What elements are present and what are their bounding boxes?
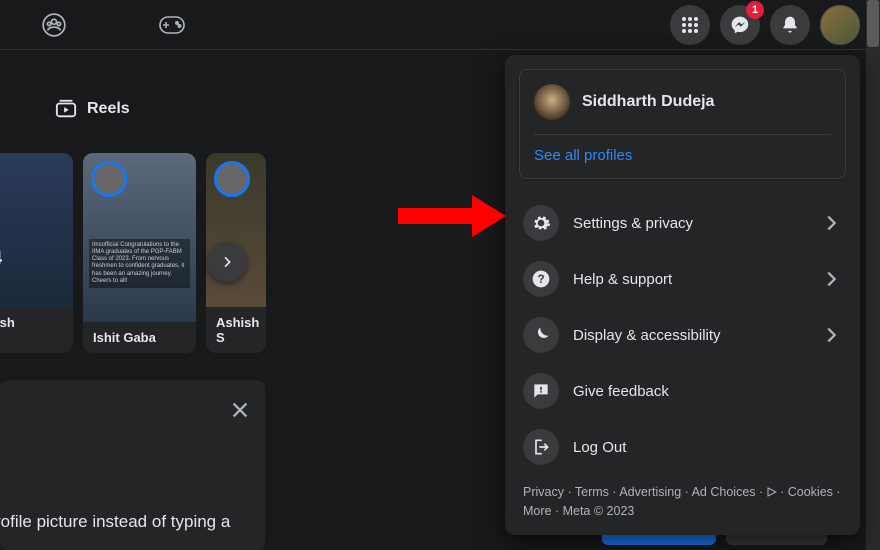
- footer-link[interactable]: Cookies: [788, 485, 841, 499]
- reels-next-button[interactable]: [207, 242, 247, 282]
- see-all-profiles-link[interactable]: See all profiles: [534, 135, 831, 164]
- reel-score-overlay: 0 - 4: [0, 248, 2, 270]
- menu-footer-links: PrivacyTermsAdvertisingAd Choices Cookie…: [519, 475, 846, 521]
- info-card-text: rofile picture instead of typing a: [0, 512, 230, 532]
- footer-link[interactable]: Ad Choices: [692, 485, 788, 499]
- profile-name: Siddharth Dudeja: [582, 93, 714, 111]
- reel-caption: eyanshla: [0, 307, 73, 353]
- reel-card[interactable]: Imsofficial Congratulations to the IIMA …: [83, 153, 196, 353]
- menu-item-label: Help & support: [573, 271, 806, 288]
- annotation-arrow: [398, 195, 508, 237]
- menu-item-label: Display & accessibility: [573, 327, 806, 344]
- menu-item-settings-privacy[interactable]: Settings & privacy: [519, 195, 846, 251]
- topbar-right: 1: [670, 5, 860, 45]
- reel-author-avatar: [91, 161, 127, 197]
- scrollbar-thumb[interactable]: [867, 0, 879, 47]
- reel-card[interactable]: 0 - 4 eyanshla: [0, 153, 73, 353]
- footer-link[interactable]: Privacy: [523, 485, 575, 499]
- menu-item-label: Settings & privacy: [573, 215, 806, 232]
- moon-icon: [523, 317, 559, 353]
- menu-item-give-feedback[interactable]: Give feedback: [519, 363, 846, 419]
- help-icon: ?: [523, 261, 559, 297]
- footer-link[interactable]: Terms: [575, 485, 619, 499]
- reels-label-text: Reels: [87, 100, 130, 118]
- reels-icon: [55, 98, 77, 120]
- chevron-right-icon: [219, 254, 235, 270]
- topbar-left: [40, 11, 186, 39]
- menu-item-label: Log Out: [573, 439, 842, 456]
- reel-author-avatar: [214, 161, 250, 197]
- top-navbar: 1: [0, 0, 880, 50]
- close-icon: [229, 399, 251, 421]
- footer-link[interactable]: Advertising: [619, 485, 691, 499]
- logout-icon: [523, 429, 559, 465]
- reels-heading: Reels: [55, 98, 130, 120]
- profile-row[interactable]: Siddharth Dudeja: [534, 84, 831, 135]
- menu-item-help-support[interactable]: ? Help & support: [519, 251, 846, 307]
- chevron-right-icon: [820, 324, 842, 346]
- reel-overlay-text: Imsofficial Congratulations to the IIMA …: [89, 239, 190, 288]
- reel-caption: Ishit Gaba: [83, 322, 196, 353]
- chevron-right-icon: [820, 212, 842, 234]
- menu-grid-button[interactable]: [670, 5, 710, 45]
- account-menu: Siddharth Dudeja See all profiles Settin…: [505, 55, 860, 535]
- profile-switcher-card: Siddharth Dudeja See all profiles: [519, 69, 846, 179]
- chevron-right-icon: [820, 268, 842, 290]
- groups-icon[interactable]: [40, 11, 68, 39]
- messenger-badge: 1: [746, 1, 764, 19]
- scrollbar[interactable]: [866, 0, 880, 550]
- close-button[interactable]: [226, 396, 254, 424]
- menu-item-display-accessibility[interactable]: Display & accessibility: [519, 307, 846, 363]
- feedback-icon: [523, 373, 559, 409]
- reel-caption: Ashish S: [206, 307, 266, 353]
- adchoices-icon: [767, 487, 777, 497]
- footer-copyright: Meta © 2023: [563, 504, 635, 518]
- profile-avatar: [534, 84, 570, 120]
- gear-icon: [523, 205, 559, 241]
- gaming-icon[interactable]: [158, 11, 186, 39]
- footer-link[interactable]: More: [523, 504, 563, 518]
- messenger-button[interactable]: 1: [720, 5, 760, 45]
- notifications-button[interactable]: [770, 5, 810, 45]
- menu-item-log-out[interactable]: Log Out: [519, 419, 846, 475]
- account-avatar-button[interactable]: [820, 5, 860, 45]
- menu-item-label: Give feedback: [573, 383, 842, 400]
- svg-text:?: ?: [537, 273, 544, 286]
- reel-thumbnail: [0, 153, 73, 307]
